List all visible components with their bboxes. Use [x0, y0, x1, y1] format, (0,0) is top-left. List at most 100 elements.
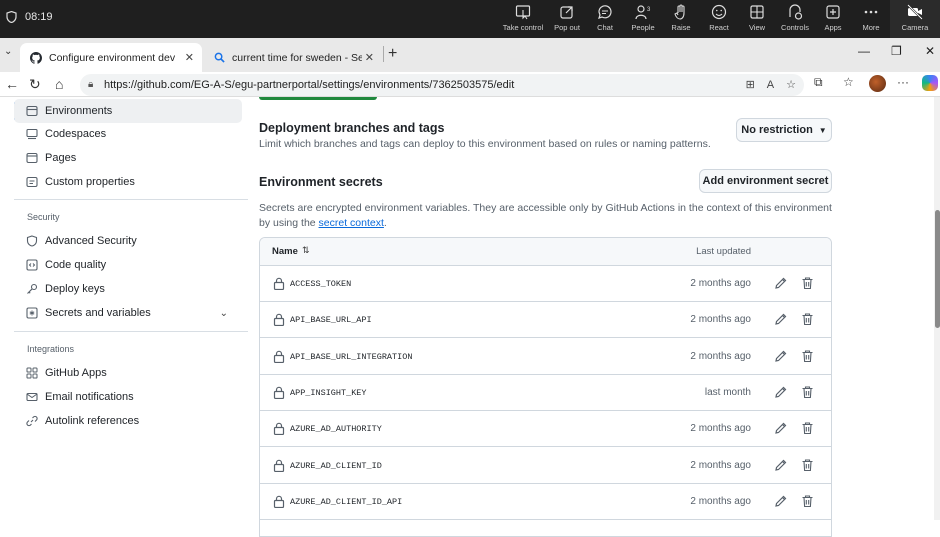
sidebar-item-custom-properties[interactable]: Custom properties — [14, 170, 242, 194]
favorites-icon[interactable]: ☆ — [843, 75, 854, 89]
minimize-icon[interactable]: — — [858, 44, 870, 58]
lock-icon — [273, 495, 285, 508]
chat-button[interactable]: Chat — [586, 0, 624, 38]
sort-icon[interactable]: ⇅ — [302, 245, 310, 256]
sidebar-item-label: Email notifications — [45, 391, 134, 403]
page-scrollbar-thumb[interactable] — [935, 210, 940, 328]
column-name-header[interactable]: Name — [272, 246, 298, 257]
github-icon — [30, 51, 42, 64]
apps-button[interactable]: Apps — [814, 0, 852, 38]
pencil-icon[interactable] — [774, 458, 788, 472]
teams-toolbar: Take control Pop out Chat 3 People Raise… — [498, 0, 940, 38]
column-last-updated-header: Last updated — [696, 246, 751, 257]
more-label: More — [862, 23, 880, 32]
camera-label: Camera — [901, 23, 929, 32]
codespaces-icon — [26, 128, 38, 140]
tab-configure-environment[interactable]: Configure environment dev · EG-A-S ✕ — [20, 43, 202, 72]
trash-icon[interactable] — [801, 349, 814, 363]
new-tab-icon[interactable]: + — [388, 45, 397, 63]
controls-button[interactable]: Controls — [776, 0, 814, 38]
react-button[interactable]: React — [700, 0, 738, 38]
site-info-icon[interactable]: 🔒︎ — [88, 74, 93, 96]
mail-icon — [26, 391, 38, 403]
add-environment-secret-button[interactable]: Add environment secret — [699, 169, 832, 193]
react-label: React — [709, 23, 729, 32]
settings-more-icon[interactable]: ··· — [897, 75, 909, 89]
security-heading: Security — [27, 212, 60, 222]
back-icon[interactable]: ← — [5, 76, 19, 92]
sidebar-item-secrets-and-variables[interactable]: Secrets and variables ⌄ — [14, 301, 242, 325]
react-icon — [711, 4, 727, 20]
pencil-icon[interactable] — [774, 494, 788, 508]
lock-icon — [273, 314, 285, 327]
pencil-icon[interactable] — [774, 385, 788, 399]
sidebar-item-advanced-security[interactable]: Advanced Security — [14, 229, 242, 253]
sidebar-item-autolink-references[interactable]: Autolink references — [14, 409, 242, 433]
trash-icon[interactable] — [801, 276, 814, 290]
trash-icon[interactable] — [801, 494, 814, 508]
sidebar-item-codespaces[interactable]: Codespaces — [14, 122, 242, 146]
sidebar-item-github-apps[interactable]: GitHub Apps — [14, 361, 242, 385]
take-control-button[interactable]: Take control — [498, 0, 548, 38]
lock-icon — [273, 459, 285, 472]
browser-tab-bar: Configure environment dev · EG-A-S ✕ cur… — [0, 38, 940, 72]
trash-icon[interactable] — [801, 458, 814, 472]
code-quality-icon — [26, 259, 38, 271]
favorite-star-icon[interactable]: ☆ — [786, 74, 796, 96]
window-close-icon[interactable]: ✕ — [925, 44, 935, 58]
sidebar-item-email-notifications[interactable]: Email notifications — [14, 385, 242, 409]
pencil-icon[interactable] — [774, 349, 788, 363]
sidebar-item-deploy-keys[interactable]: Deploy keys — [14, 277, 242, 301]
environment-secrets-title: Environment secrets — [259, 175, 383, 189]
raise-hand-icon — [674, 4, 685, 20]
more-button[interactable]: More — [852, 0, 890, 38]
camera-button[interactable]: Camera — [890, 0, 940, 38]
secret-context-link[interactable]: secret context — [319, 217, 384, 229]
url-input[interactable]: 🔒︎ https://github.com/EG-A-S/egu-partner… — [80, 74, 804, 96]
secret-name: AZURE_AD_CLIENT_ID — [290, 460, 382, 471]
people-button[interactable]: 3 People — [624, 0, 662, 38]
pencil-icon[interactable] — [774, 276, 788, 290]
refresh-icon[interactable]: ↻ — [29, 76, 41, 93]
restore-icon[interactable]: ❐ — [891, 44, 902, 58]
lock-icon — [273, 422, 285, 436]
tab-search[interactable]: current time for sweden - Search ✕ — [204, 43, 382, 72]
sidebar-divider — [14, 199, 248, 200]
chevron-down-icon[interactable]: ⌄ — [220, 308, 228, 319]
url-text: https://github.com/EG-A-S/egu-partnerpor… — [104, 79, 515, 91]
tab-close-icon[interactable]: ✕ — [185, 51, 194, 64]
home-icon[interactable]: ⌂ — [55, 76, 63, 92]
controls-label: Controls — [781, 23, 809, 32]
apps-icon — [826, 5, 840, 19]
save-button-edge — [259, 97, 377, 100]
trash-icon[interactable] — [801, 312, 814, 326]
secret-name: AZURE_AD_CLIENT_ID_API — [290, 496, 403, 507]
extensions-icon[interactable]: ⧉ — [814, 75, 823, 90]
secret-name: ACCESS_TOKEN — [290, 279, 352, 289]
sidebar-item-pages[interactable]: Pages — [14, 146, 242, 170]
pop-out-label: Pop out — [554, 23, 580, 32]
read-aloud-icon[interactable]: A — [767, 74, 774, 96]
people-count-badge: 3 — [647, 7, 651, 13]
apps-grid-icon — [26, 367, 38, 379]
sidebar-item-label: Deploy keys — [45, 283, 105, 295]
copilot-icon[interactable] — [922, 75, 938, 91]
no-restriction-dropdown[interactable]: No restriction ▼ — [736, 118, 832, 142]
tab-close-icon[interactable]: ✕ — [365, 51, 374, 64]
trash-icon[interactable] — [801, 385, 814, 399]
table-header: Name ⇅ Last updated — [260, 238, 831, 266]
sidebar-item-environments[interactable]: Environments — [14, 99, 242, 123]
link-icon — [26, 415, 38, 427]
pencil-icon[interactable] — [774, 312, 788, 326]
tab-list-chevron-icon[interactable]: ⌄ — [4, 46, 12, 57]
sidebar-item-code-quality[interactable]: Code quality — [14, 253, 242, 277]
app-available-icon[interactable]: ⊞ — [746, 74, 755, 96]
pop-out-button[interactable]: Pop out — [548, 0, 586, 38]
profile-avatar[interactable] — [869, 75, 886, 92]
raise-hand-button[interactable]: Raise — [662, 0, 700, 38]
dropdown-label: No restriction — [741, 124, 813, 136]
controls-icon — [789, 4, 803, 20]
pencil-icon[interactable] — [774, 421, 788, 435]
trash-icon[interactable] — [801, 421, 814, 435]
view-button[interactable]: View — [738, 0, 776, 38]
